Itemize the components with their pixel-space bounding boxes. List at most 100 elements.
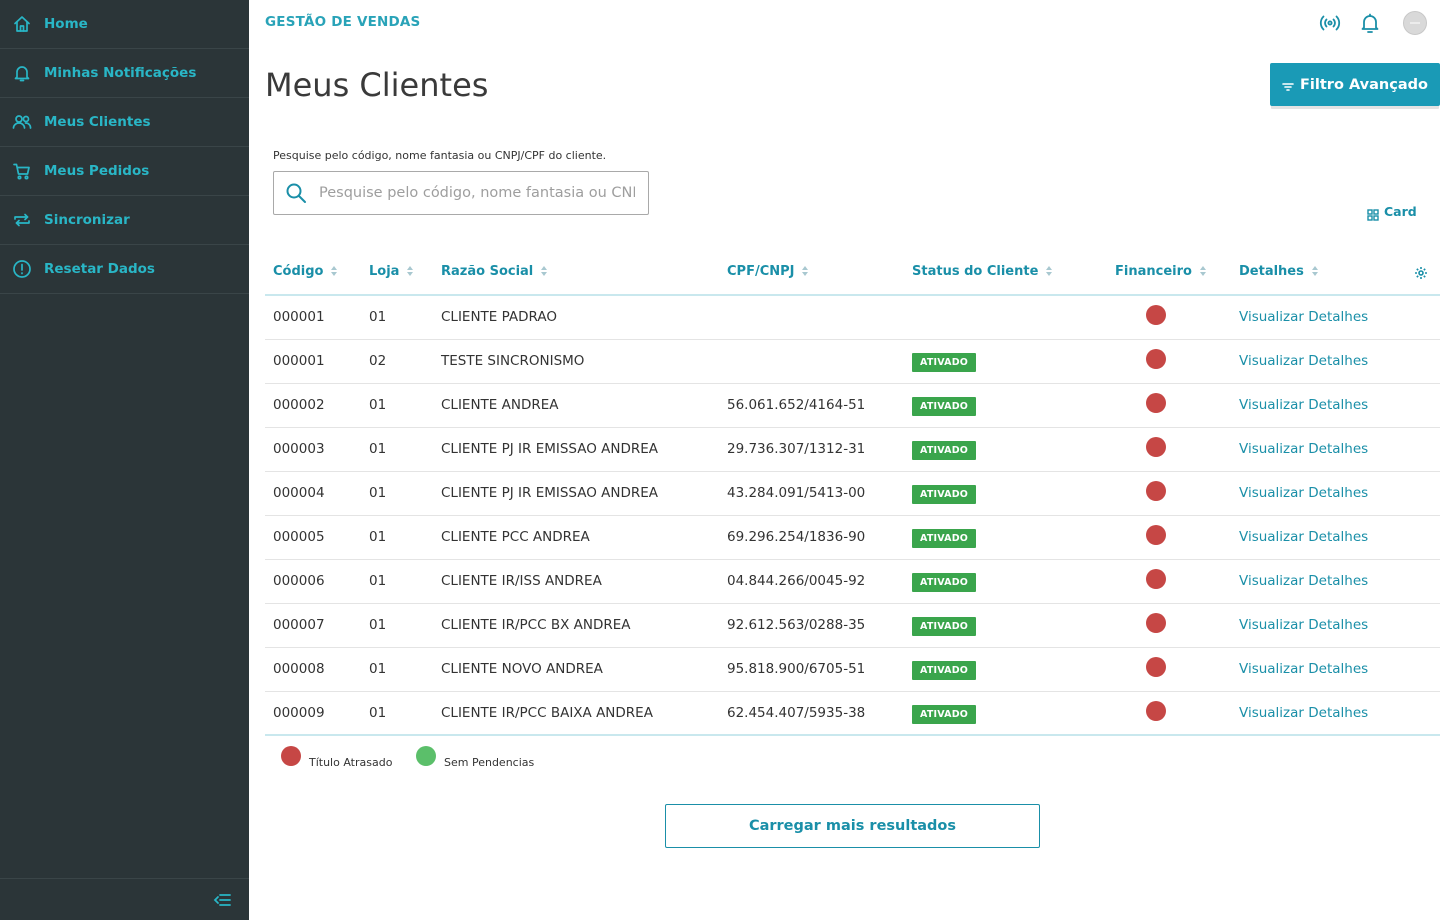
financial-status-dot [1146,613,1166,633]
view-details-link[interactable]: Visualizar Detalhes [1239,705,1368,721]
home-icon [12,14,32,34]
cell-codigo: 000002 [273,397,325,413]
sidebar-item-orders[interactable]: Meus Pedidos [0,147,249,196]
search-box [273,171,649,215]
cell-cpf-cnpj: 56.061.652/4164-51 [727,397,866,413]
sidebar: Home Minhas Notificações Meus Clientes M… [0,0,249,920]
clients-table: Código Loja Razão Social CPF/CNPJ Status… [265,250,1440,736]
table-row: 000001 01 CLIENTE PADRAO Visualizar Detalhe… [265,296,1440,340]
column-header-codigo[interactable]: Código [273,264,338,279]
table-row: 000006 01 CLIENTE IR/ISS ANDREA 04.844.266/… [265,560,1440,604]
cell-razao-social: CLIENTE IR/PCC BAIXA ANDREA [441,705,653,721]
cell-codigo: 000001 [273,353,325,369]
financial-status-dot [1146,657,1166,677]
financial-status-dot [1146,525,1166,545]
sidebar-item-clients[interactable]: Meus Clientes [0,98,249,147]
cell-cpf-cnpj: 43.284.091/5413-00 [727,485,866,501]
financial-status-dot [1146,701,1166,721]
load-more-button[interactable]: Carregar mais resultados [665,804,1040,848]
info-icon [12,259,32,279]
collapse-menu-icon[interactable] [213,892,231,908]
view-details-link[interactable]: Visualizar Detalhes [1239,529,1368,545]
sort-icon [407,266,414,277]
cell-loja: 02 [369,353,387,369]
advanced-filter-button[interactable]: Filtro Avançado [1270,63,1440,106]
view-details-link[interactable]: Visualizar Detalhes [1239,397,1368,413]
cell-razao-social: CLIENTE ANDREA [441,397,559,413]
table-header: Código Loja Razão Social CPF/CNPJ Status… [265,250,1440,296]
cell-loja: 01 [369,529,387,545]
search-input[interactable] [319,185,635,201]
status-badge: ATIVADO [912,397,977,416]
status-badge: ATIVADO [912,573,977,592]
table-row: 000005 01 CLIENTE PCC ANDREA 69.296.254/183… [265,516,1440,560]
sort-icon [1311,266,1318,277]
table-row: 000004 01 CLIENTE PJ IR EMISSAO ANDREA 43.2… [265,472,1440,516]
view-details-link[interactable]: Visualizar Detalhes [1239,441,1368,457]
financial-status-dot [1146,305,1166,325]
view-details-link[interactable]: Visualizar Detalhes [1239,353,1368,369]
connectivity-icon[interactable] [1318,11,1342,35]
column-header-status[interactable]: Status do Cliente [912,264,1053,279]
financial-status-dot [1146,393,1166,413]
cell-cpf-cnpj: 62.454.407/5935-38 [727,705,866,721]
status-badge: ATIVADO [912,485,977,504]
column-header-loja[interactable]: Loja [369,264,414,279]
cell-cpf-cnpj: 92.612.563/0288-35 [727,617,866,633]
financial-status-dot [1146,481,1166,501]
sort-icon [541,266,548,277]
status-badge: ATIVADO [912,529,977,548]
cell-razao-social: CLIENTE PADRAO [441,309,557,325]
bell-icon[interactable] [1358,11,1382,35]
sort-icon [1046,266,1053,277]
cell-codigo: 000001 [273,309,325,325]
legend-label: Sem Pendencias [444,755,535,769]
table-row: 000008 01 CLIENTE NOVO ANDREA 95.818.900/67… [265,648,1440,692]
sidebar-item-label: Meus Pedidos [44,163,150,179]
view-details-link[interactable]: Visualizar Detalhes [1239,573,1368,589]
legend-label: Título Atrasado [309,755,393,769]
status-badge: ATIVADO [912,661,977,680]
gear-icon[interactable] [1414,265,1428,279]
sort-icon [331,266,338,277]
grid-icon [1367,206,1379,221]
table-row: 000003 01 CLIENTE PJ IR EMISSAO ANDREA 29.7… [265,428,1440,472]
view-details-link[interactable]: Visualizar Detalhes [1239,309,1368,325]
legend-overdue: Título Atrasado [281,746,393,772]
cell-loja: 01 [369,617,387,633]
sidebar-item-notifications[interactable]: Minhas Notificações [0,49,249,98]
app-title: GESTÃO DE VENDAS [265,14,421,30]
sort-icon [1199,266,1206,277]
bell-icon [12,63,32,83]
cell-loja: 01 [369,573,387,589]
column-header-cpf-cnpj[interactable]: CPF/CNPJ [727,264,809,279]
cell-loja: 01 [369,705,387,721]
sidebar-item-reset[interactable]: Resetar Dados [0,245,249,294]
view-details-link[interactable]: Visualizar Detalhes [1239,661,1368,677]
financial-status-dot [1146,437,1166,457]
sidebar-item-label: Meus Clientes [44,114,151,130]
cell-razao-social: CLIENTE IR/PCC BX ANDREA [441,617,631,633]
cell-loja: 01 [369,485,387,501]
view-details-link[interactable]: Visualizar Detalhes [1239,617,1368,633]
column-header-financeiro[interactable]: Financeiro [1115,264,1206,279]
financial-status-dot [1146,349,1166,369]
cell-razao-social: CLIENTE PJ IR EMISSAO ANDREA [441,441,659,457]
sidebar-item-home[interactable]: Home [0,0,249,49]
column-header-detalhes[interactable]: Detalhes [1239,264,1318,279]
legend-no-pending: Sem Pendencias [416,746,535,772]
avatar[interactable] [1403,11,1427,35]
sidebar-item-sync[interactable]: Sincronizar [0,196,249,245]
no-pending-dot [416,746,436,766]
search-icon [285,182,307,204]
filter-icon [1282,80,1294,91]
card-view-toggle[interactable]: Card [1367,204,1417,221]
cell-loja: 01 [369,661,387,677]
status-badge: ATIVADO [912,705,977,724]
cell-codigo: 000007 [273,617,325,633]
view-details-link[interactable]: Visualizar Detalhes [1239,485,1368,501]
cell-cpf-cnpj: 95.818.900/6705-51 [727,661,866,677]
sidebar-item-label: Sincronizar [44,212,130,228]
financial-status-dot [1146,569,1166,589]
column-header-razao-social[interactable]: Razão Social [441,264,548,279]
